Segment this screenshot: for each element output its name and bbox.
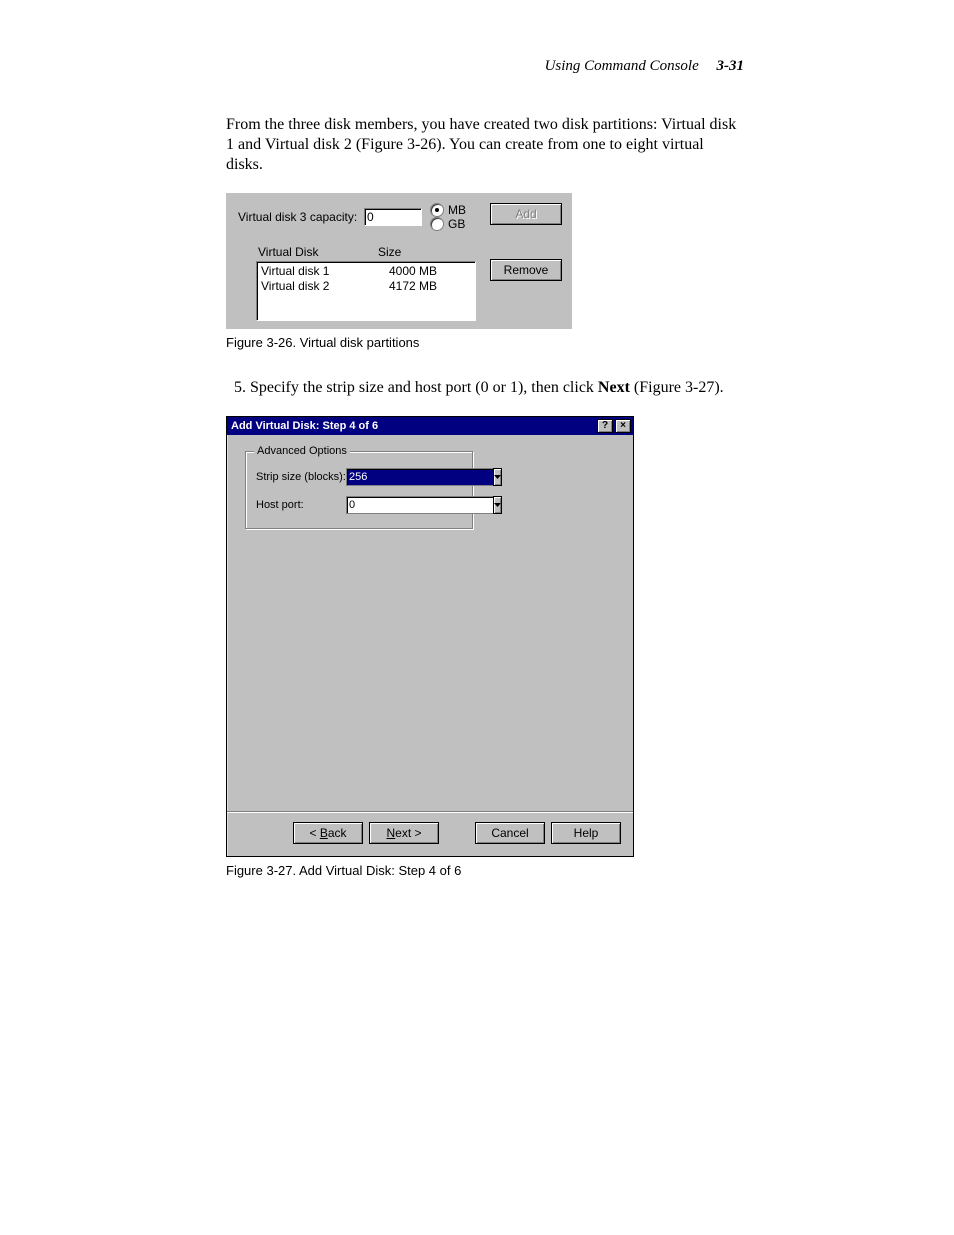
next-button[interactable]: Next >	[369, 822, 439, 844]
unit-gb-label: GB	[448, 217, 465, 231]
unit-mb-radio[interactable]	[430, 203, 444, 217]
figure-326-caption: Figure 3-26. Virtual disk partitions	[226, 335, 744, 350]
unit-gb-radio[interactable]	[430, 217, 444, 231]
dialog-title: Add Virtual Disk: Step 4 of 6	[231, 417, 595, 435]
capacity-label: Virtual disk 3 capacity:	[238, 210, 364, 224]
cancel-button[interactable]: Cancel	[475, 822, 545, 844]
group-legend: Advanced Options	[254, 445, 350, 457]
list-item: Virtual disk 1 4000 MB	[261, 264, 471, 279]
step-5: Specify the strip size and host port (0 …	[250, 378, 744, 398]
figure-327-caption: Figure 3-27. Add Virtual Disk: Step 4 of…	[226, 863, 744, 878]
col-header-size: Size	[378, 245, 401, 259]
capacity-input[interactable]	[364, 208, 422, 226]
list-item: Virtual disk 2 4172 MB	[261, 279, 471, 294]
intro-paragraph: From the three disk members, you have cr…	[226, 115, 744, 175]
chevron-down-icon[interactable]	[493, 468, 502, 486]
strip-size-combo[interactable]	[346, 468, 410, 486]
page-number: 3-31	[717, 58, 745, 74]
back-button[interactable]: < Back	[293, 822, 363, 844]
strip-size-label: Strip size (blocks):	[256, 471, 346, 483]
add-virtual-disk-dialog: Add Virtual Disk: Step 4 of 6 ? × Advanc…	[226, 416, 634, 857]
remove-button[interactable]: Remove	[490, 259, 562, 281]
advanced-options-group: Advanced Options Strip size (blocks): Ho…	[245, 451, 473, 529]
section-title: Using Command Console	[545, 58, 699, 74]
virtual-disk-list[interactable]: Virtual disk 1 4000 MB Virtual disk 2 41…	[256, 261, 476, 321]
host-port-label: Host port:	[256, 499, 346, 511]
help-button[interactable]: Help	[551, 822, 621, 844]
chevron-down-icon[interactable]	[493, 496, 502, 514]
virtual-disk-panel: Virtual disk 3 capacity: MB GB Add Virtu…	[226, 193, 572, 329]
add-button[interactable]: Add	[490, 203, 562, 225]
host-port-input[interactable]	[346, 496, 493, 514]
dialog-titlebar: Add Virtual Disk: Step 4 of 6 ? ×	[227, 417, 633, 435]
unit-mb-label: MB	[448, 203, 466, 217]
col-header-disk: Virtual Disk	[258, 245, 378, 259]
help-icon[interactable]: ?	[597, 419, 613, 433]
close-icon[interactable]: ×	[615, 419, 631, 433]
host-port-combo[interactable]	[346, 496, 410, 514]
strip-size-input[interactable]	[346, 468, 493, 486]
running-header: Using Command Console 3-31	[226, 58, 744, 75]
